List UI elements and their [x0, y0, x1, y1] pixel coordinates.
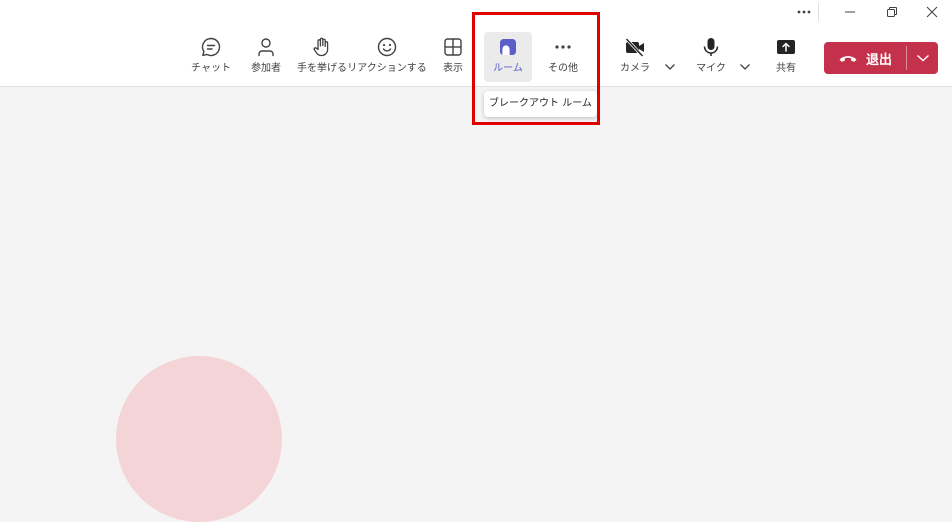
camera-label: カメラ — [620, 63, 650, 74]
chat-button[interactable]: チャット — [190, 32, 232, 82]
share-label: 共有 — [776, 63, 796, 74]
view-button[interactable]: 表示 — [434, 32, 472, 82]
leave-options-button[interactable] — [907, 42, 938, 74]
microphone-button[interactable]: マイク — [694, 32, 728, 82]
titlebar-divider — [818, 3, 819, 21]
react-button[interactable]: リアクションする — [347, 32, 427, 82]
microphone-icon — [703, 38, 719, 56]
grid-icon — [444, 38, 462, 56]
participants-label: 参加者 — [251, 63, 281, 74]
chat-label: チャット — [191, 63, 231, 74]
participants-button[interactable]: 参加者 — [244, 32, 288, 82]
microphone-options-button[interactable] — [739, 56, 751, 75]
chevron-down-icon — [665, 64, 675, 70]
share-button[interactable]: 共有 — [768, 32, 804, 82]
highlight-box — [472, 12, 600, 125]
hand-icon — [313, 37, 329, 57]
chat-icon — [201, 37, 221, 57]
camera-off-icon — [625, 37, 644, 58]
phone-hangup-icon — [839, 56, 857, 62]
microphone-label: マイク — [696, 63, 726, 74]
more-horizontal-icon — [797, 10, 811, 14]
smiley-icon — [377, 37, 397, 57]
raise-hand-button[interactable]: 手を挙げる — [296, 32, 348, 82]
restore-icon — [887, 7, 897, 17]
leave-button[interactable]: 退出 — [824, 42, 906, 74]
share-screen-icon — [777, 40, 795, 54]
minimize-button[interactable] — [830, 0, 870, 24]
camera-options-button[interactable] — [664, 56, 676, 75]
close-icon — [926, 6, 938, 18]
minimize-icon — [845, 11, 855, 13]
leave-label: 退出 — [865, 52, 892, 68]
people-icon — [258, 38, 274, 57]
raise-hand-label: 手を挙げる — [297, 63, 347, 74]
chevron-down-icon — [916, 54, 929, 62]
camera-button[interactable]: カメラ — [616, 32, 654, 82]
avatar — [116, 356, 282, 522]
view-label: 表示 — [443, 63, 463, 74]
leave-control: 退出 — [824, 42, 938, 74]
chevron-down-icon — [740, 64, 750, 70]
close-window-button[interactable] — [912, 0, 952, 24]
restore-button[interactable] — [872, 0, 912, 24]
react-label: リアクションする — [347, 63, 427, 74]
